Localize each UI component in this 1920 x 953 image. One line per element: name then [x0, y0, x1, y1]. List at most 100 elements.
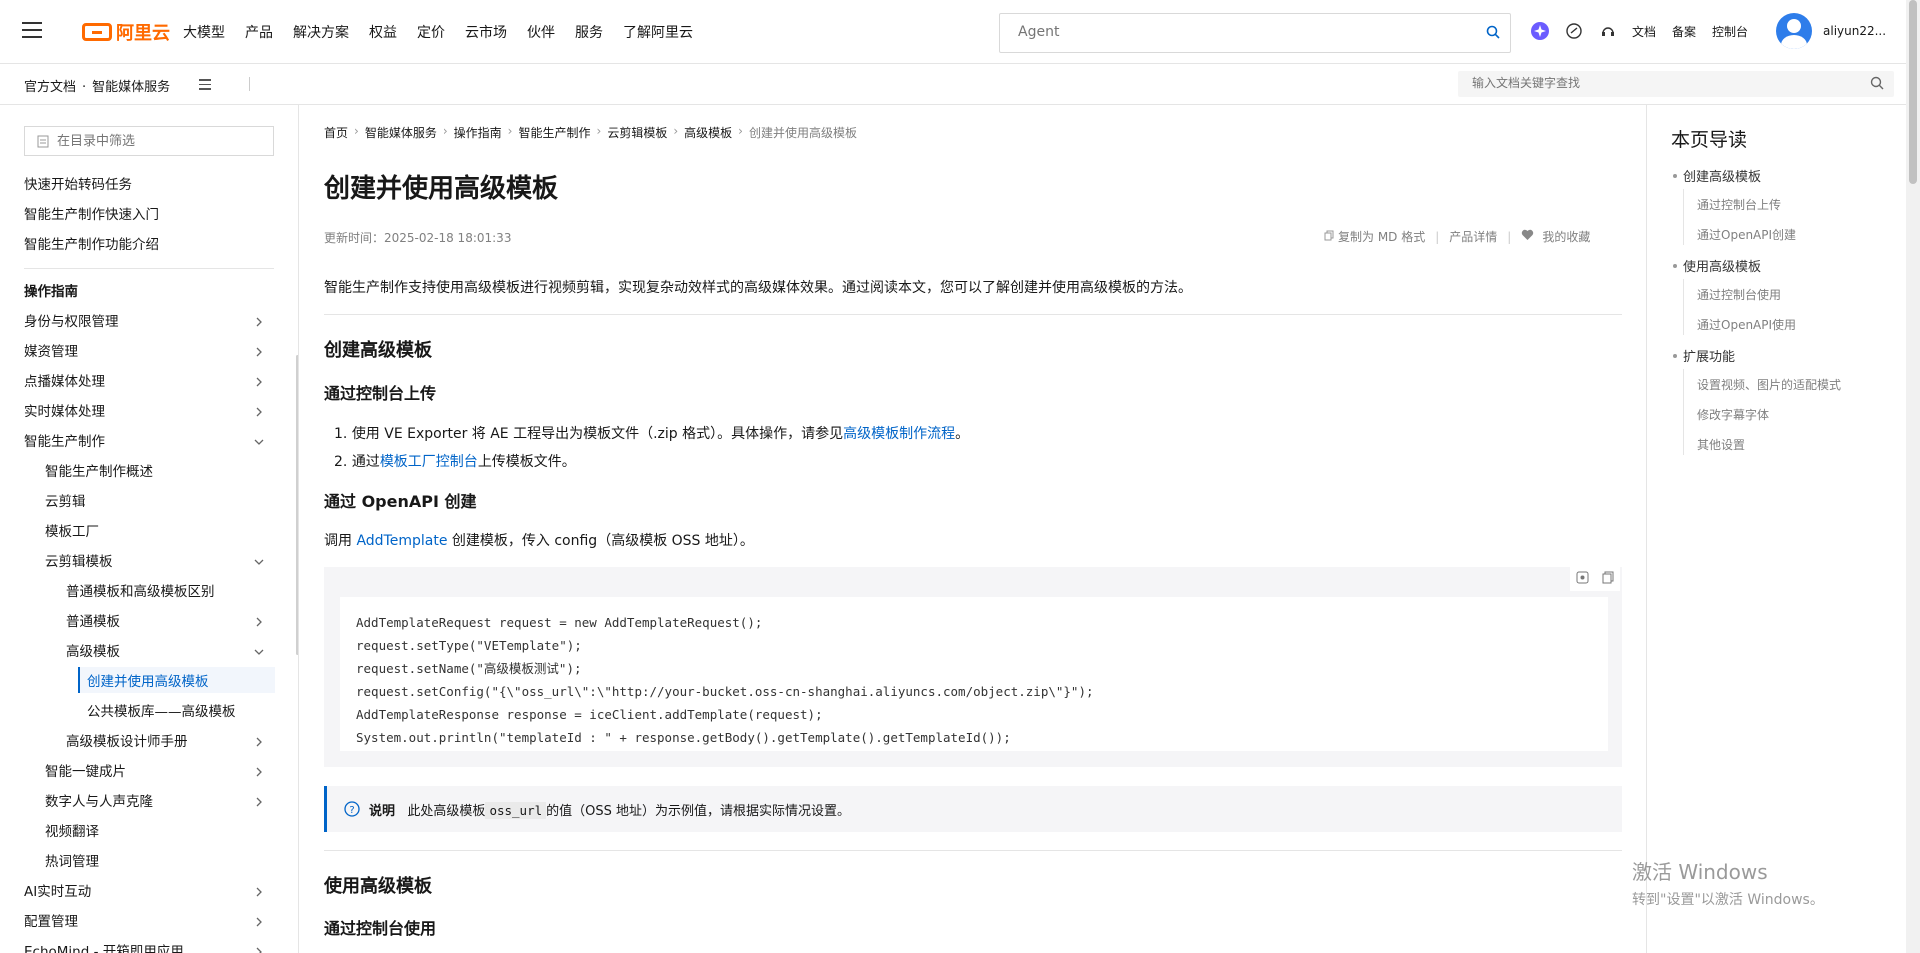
sidebar-item[interactable]: 视频翻译 — [45, 820, 99, 844]
menu-item-marketplace[interactable]: 云市场 — [465, 22, 507, 42]
sidebar-item-quickstart-transcode[interactable]: 快速开始转码任务 — [24, 173, 132, 197]
menu-item-products[interactable]: 产品 — [245, 22, 273, 42]
breadcrumb-ims[interactable]: 智能媒体服务 — [365, 124, 437, 141]
addtemplate-link[interactable]: AddTemplate — [356, 533, 447, 549]
intro-paragraph: 智能生产制作支持使用高级模板进行视频剪辑，实现复杂动效样式的高级媒体效果。通过阅… — [324, 280, 1192, 296]
sidebar-item-production-features[interactable]: 智能生产制作功能介绍 — [24, 233, 159, 257]
sidebar-item[interactable]: 智能一键成片 — [45, 760, 126, 784]
aliyun-logo[interactable]: 阿里云 — [82, 19, 170, 45]
chevron-right-icon[interactable] — [252, 615, 266, 629]
menu-item-pricing[interactable]: 定价 — [417, 22, 445, 42]
search-icon[interactable] — [1486, 25, 1500, 43]
support-icon[interactable] — [1598, 21, 1618, 41]
template-factory-console-link[interactable]: 模板工厂控制台 — [380, 454, 478, 470]
avatar[interactable] — [1776, 13, 1812, 49]
sidebar-item[interactable]: 媒资管理 — [24, 340, 78, 364]
toc-sub-openapi-create[interactable]: 通过OpenAPI创建 — [1697, 226, 1796, 243]
sidebar-item[interactable]: 云剪辑 — [45, 490, 86, 514]
code-text[interactable]: AddTemplateRequest request = new AddTemp… — [356, 611, 1094, 749]
heart-icon[interactable] — [1521, 229, 1534, 244]
favorite-button[interactable]: 我的收藏 — [1542, 228, 1590, 245]
copy-code-icon[interactable] — [1602, 571, 1614, 588]
sidebar-item[interactable]: 云剪辑模板 — [45, 550, 113, 574]
sidebar-item[interactable]: 普通模板 — [66, 610, 120, 634]
svg-text:?: ? — [349, 805, 354, 816]
sidebar-item[interactable]: 实时媒体处理 — [24, 400, 105, 424]
menu-item-benefits[interactable]: 权益 — [369, 22, 397, 42]
sidebar-filter-input[interactable] — [55, 133, 259, 150]
toc-sub-openapi-use[interactable]: 通过OpenAPI使用 — [1697, 316, 1796, 333]
copy-md-button[interactable]: 复制为 MD 格式 — [1338, 228, 1425, 245]
breadcrumb-advanced-template[interactable]: 高级模板 — [684, 124, 732, 141]
message-icon[interactable] — [1564, 21, 1584, 41]
sidebar-item[interactable]: 模板工厂 — [45, 520, 99, 544]
menu-item-large-models[interactable]: 大模型 — [183, 22, 225, 42]
chevron-down-icon[interactable] — [252, 435, 266, 449]
advanced-template-workflow-link[interactable]: 高级模板制作流程 — [843, 426, 955, 442]
sidebar-item[interactable]: AI实时互动 — [24, 880, 91, 904]
doc-root-link[interactable]: 官方文档 — [24, 80, 76, 95]
username[interactable]: aliyun22... — [1823, 24, 1886, 38]
sidebar-item[interactable]: 身份与权限管理 — [24, 310, 119, 334]
sidebar-item[interactable]: 智能生产制作 — [24, 430, 105, 454]
toc-sub-subtitle-font[interactable]: 修改字幕字体 — [1697, 406, 1769, 423]
console-link[interactable]: 控制台 — [1712, 23, 1748, 40]
menu-item-partners[interactable]: 伙伴 — [527, 22, 555, 42]
sidebar-item[interactable]: 创建并使用高级模板 — [87, 670, 209, 694]
chevron-right-icon[interactable] — [252, 885, 266, 899]
toc-item-use[interactable]: 使用高级模板 — [1683, 256, 1761, 275]
toc-sub-other-settings[interactable]: 其他设置 — [1697, 436, 1745, 453]
breadcrumb-home[interactable]: 首页 — [324, 124, 348, 141]
docs-link[interactable]: 文档 — [1632, 23, 1656, 40]
menu-item-about[interactable]: 了解阿里云 — [623, 22, 693, 42]
sidebar-item[interactable]: 普通模板和高级模板区别 — [66, 580, 215, 604]
toc-item-create[interactable]: 创建高级模板 — [1683, 166, 1761, 185]
toc-sub-console-use[interactable]: 通过控制台使用 — [1697, 286, 1781, 303]
ai-assistant-icon[interactable] — [1530, 21, 1550, 41]
breadcrumb-production[interactable]: 智能生产制作 — [518, 124, 590, 141]
menu-item-solutions[interactable]: 解决方案 — [293, 22, 349, 42]
breadcrumb-cloud-edit-template[interactable]: 云剪辑模板 — [607, 124, 667, 141]
toc-sub-fit-mode[interactable]: 设置视频、图片的适配模式 — [1697, 376, 1841, 393]
search-icon[interactable] — [1870, 76, 1884, 94]
chevron-right-icon[interactable] — [252, 345, 266, 359]
chevron-right-icon[interactable] — [252, 315, 266, 329]
chevron-right-icon[interactable] — [252, 945, 266, 953]
doc-search-input[interactable] — [1470, 75, 1854, 91]
chevron-right-icon[interactable] — [252, 735, 266, 749]
sidebar-item[interactable]: 配置管理 — [24, 910, 78, 934]
toc-sub-console-upload[interactable]: 通过控制台上传 — [1697, 196, 1781, 213]
breadcrumb-guide[interactable]: 操作指南 — [454, 124, 502, 141]
sidebar-item[interactable]: 公共模板库——高级模板 — [87, 700, 236, 724]
note-pre: 此处高级模板 — [407, 804, 486, 819]
sidebar-item[interactable]: 智能生产制作概述 — [45, 460, 153, 484]
page-scrollbar-thumb[interactable] — [1909, 0, 1917, 184]
sidebar-scrollbar[interactable] — [296, 355, 298, 655]
product-name-link[interactable]: 智能媒体服务 — [92, 80, 170, 95]
sidebar-item[interactable]: 数字人与人声克隆 — [45, 790, 153, 814]
chevron-down-icon[interactable] — [252, 555, 266, 569]
chevron-right-icon[interactable] — [252, 795, 266, 809]
global-search-input[interactable] — [1016, 23, 1460, 41]
chevron-right-icon[interactable] — [252, 915, 266, 929]
code-ai-icon[interactable] — [1576, 571, 1589, 588]
sidebar-item[interactable]: EchoMind - 开箱即用应用 — [24, 940, 184, 953]
product-detail-link[interactable]: 产品详情 — [1449, 228, 1497, 245]
sidebar-item[interactable]: 高级模板 — [66, 640, 120, 664]
chevron-right-icon[interactable] — [252, 375, 266, 389]
chevron-right-icon[interactable] — [252, 765, 266, 779]
menu-item-services[interactable]: 服务 — [575, 22, 603, 42]
copy-icon[interactable] — [1324, 230, 1334, 244]
toc-item-extensions[interactable]: 扩展功能 — [1683, 346, 1735, 365]
list-icon[interactable] — [199, 79, 211, 93]
menu-icon[interactable] — [22, 22, 42, 38]
sidebar-item-production-quickstart[interactable]: 智能生产制作快速入门 — [24, 203, 159, 227]
sidebar-item[interactable]: 高级模板设计师手册 — [66, 730, 188, 754]
chevron-down-icon[interactable] — [252, 645, 266, 659]
sidebar-item[interactable]: 点播媒体处理 — [24, 370, 105, 394]
note-post: 的值（OSS 地址）为示例值，请根据实际情况设置。 — [546, 804, 850, 819]
filing-link[interactable]: 备案 — [1672, 23, 1696, 40]
page-scrollbar[interactable] — [1906, 0, 1920, 953]
chevron-right-icon[interactable] — [252, 405, 266, 419]
sidebar-item[interactable]: 热词管理 — [45, 850, 99, 874]
